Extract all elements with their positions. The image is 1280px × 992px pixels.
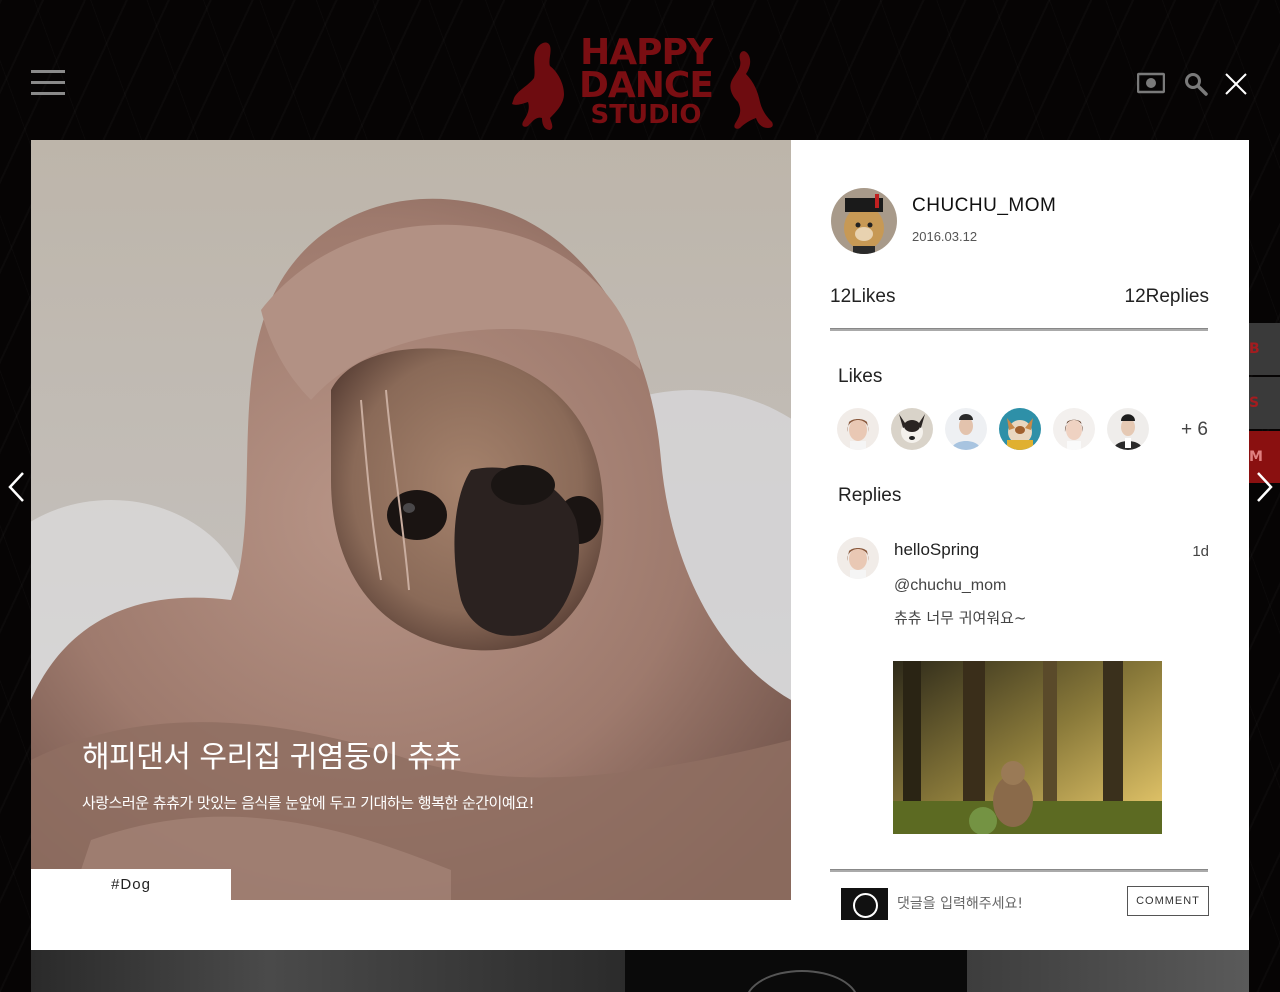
post-title: 해피댄서 우리집 귀염둥이 츄츄 (82, 740, 462, 775)
comment-input[interactable] (897, 890, 1117, 918)
logo[interactable]: HAPPY DANCE STUDIO (506, 32, 776, 136)
puppy-avatar-icon (831, 188, 897, 254)
side-tab[interactable]: S (1249, 377, 1280, 429)
liker-avatar[interactable] (945, 408, 987, 450)
author-username[interactable]: CHUCHU_MOM (912, 195, 1056, 217)
liker-avatar[interactable] (1053, 408, 1095, 450)
author-avatar[interactable] (831, 188, 897, 254)
reply-image[interactable] (893, 661, 1162, 834)
liker-avatar[interactable] (837, 408, 879, 450)
previous-arrow-icon[interactable] (5, 470, 29, 504)
post-photo: 해피댄서 우리집 귀염둥이 츄츄 사랑스러운 츄츄가 맛있는 음식를 눈앞에 두… (31, 140, 791, 900)
gallery-thumbnail[interactable] (625, 950, 967, 992)
reply-username[interactable]: helloSpring (894, 540, 979, 560)
side-tab[interactable]: B (1249, 323, 1280, 375)
pug-in-blanket-image (31, 140, 791, 900)
reply-avatar[interactable] (837, 537, 879, 579)
close-icon[interactable] (1224, 72, 1248, 96)
logo-text: HAPPY DANCE STUDIO (579, 32, 714, 131)
comment-submit-button[interactable]: COMMENT (1127, 886, 1209, 916)
search-icon[interactable] (1184, 72, 1208, 96)
liker-avatar[interactable] (1107, 408, 1149, 450)
hashtag[interactable]: #Dog (31, 869, 231, 900)
liker-avatar[interactable] (891, 408, 933, 450)
reply-text: 츄츄 너무 귀여워요~ (894, 609, 1027, 627)
reply-mention[interactable]: @chuchu_mom (894, 577, 1006, 595)
menu-icon[interactable] (31, 70, 65, 98)
liker-avatar[interactable] (999, 408, 1041, 450)
replies-count[interactable]: 12Replies (1125, 286, 1210, 308)
dog-in-forest-image (893, 661, 1162, 834)
gallery-thumbnail[interactable] (31, 950, 625, 992)
reply-time: 1d (1192, 543, 1209, 560)
gallery-thumbnail[interactable] (967, 950, 1249, 992)
post-modal: 해피댄서 우리집 귀염둥이 츄츄 사랑스러운 츄츄가 맛있는 음식를 눈앞에 두… (31, 140, 1249, 950)
replies-heading: Replies (838, 485, 902, 506)
post-description: 사랑스러운 츄츄가 맛있는 음식를 눈앞에 두고 기대하는 행복한 순간이예요! (82, 794, 534, 812)
comment-bar: COMMENT (841, 886, 1209, 922)
likes-heading: Likes (838, 366, 883, 387)
divider (830, 869, 1208, 872)
post-date: 2016.03.12 (912, 229, 978, 244)
post-detail-panel: CHUCHU_MOM 2016.03.12 12Likes 12Replies … (791, 140, 1249, 950)
divider (830, 328, 1208, 331)
likes-count[interactable]: 12Likes (830, 286, 896, 308)
camera-icon[interactable] (1137, 72, 1165, 94)
next-arrow-icon[interactable] (1252, 470, 1276, 504)
more-likes-button[interactable]: + 6 (1181, 419, 1208, 441)
user-avatar-icon[interactable] (841, 888, 888, 920)
